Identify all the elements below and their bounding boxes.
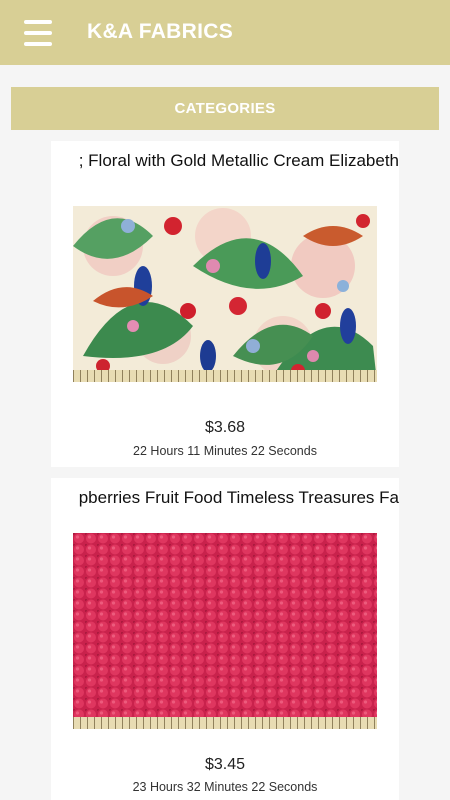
hamburger-menu-icon[interactable]: [24, 20, 52, 46]
product-countdown: 23 Hours 32 Minutes 22 Seconds: [132, 780, 318, 794]
raspberry-fabric-image[interactable]: [73, 533, 377, 729]
product-countdown: 22 Hours 11 Minutes 22 Seconds: [133, 444, 317, 458]
product-title: ; Floral with Gold Metallic Cream Elizab…: [78, 151, 399, 170]
product-price: $3.68: [204, 419, 246, 436]
product-title: pberries Fruit Food Timeless Treasures F…: [78, 488, 399, 507]
product-card[interactable]: pberries Fruit Food Timeless Treasures F…: [51, 478, 399, 800]
product-price: $3.45: [204, 756, 246, 773]
categories-button[interactable]: CATEGORIES: [11, 87, 439, 130]
product-card[interactable]: ; Floral with Gold Metallic Cream Elizab…: [51, 141, 399, 467]
peacock-floral-fabric-image[interactable]: [73, 206, 377, 382]
app-title: K&A FABRICS: [87, 20, 234, 43]
app-header: K&A FABRICS: [0, 0, 450, 65]
